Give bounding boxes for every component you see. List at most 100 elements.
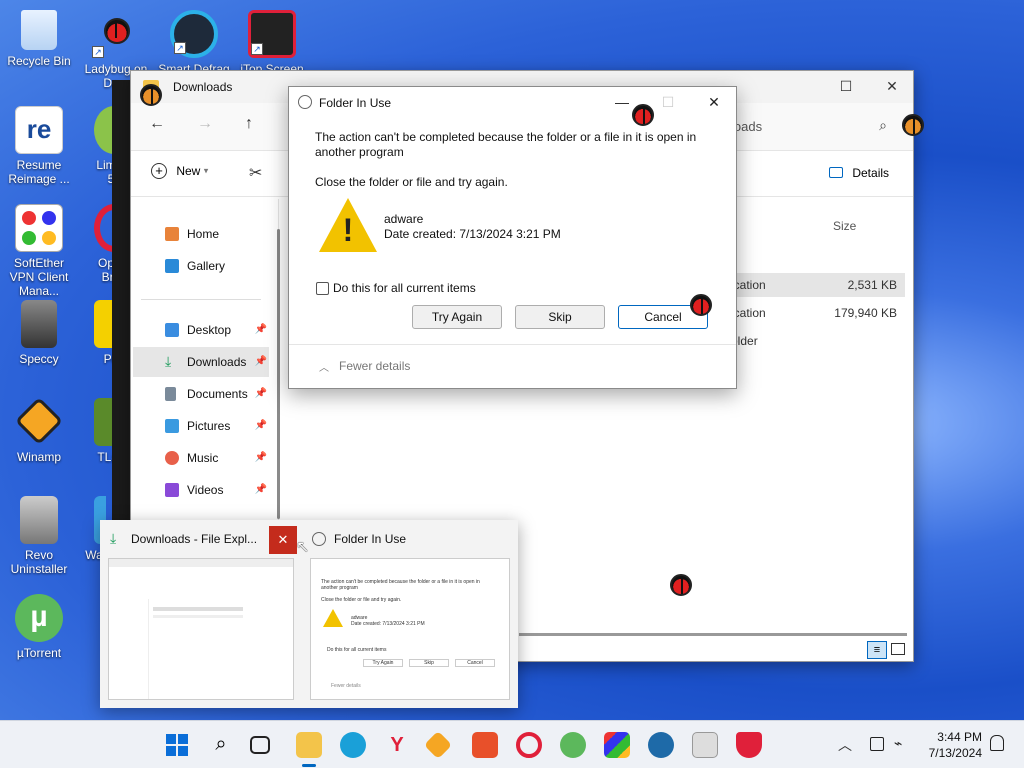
details-view-icon[interactable]: ≡ bbox=[867, 641, 887, 659]
java-icon[interactable] bbox=[692, 732, 718, 758]
clock-icon bbox=[298, 95, 312, 109]
sidebar-item-downloads[interactable]: ⤓ Downloads 📌 bbox=[133, 347, 269, 377]
desktop-icon-speccy[interactable]: Speccy bbox=[1, 300, 77, 366]
dialog-thumbnail: The action can't be completed because th… bbox=[310, 558, 510, 700]
ladybug-icon bbox=[902, 114, 924, 136]
window-title: Downloads bbox=[173, 80, 233, 94]
sidebar-item-home[interactable]: Home bbox=[133, 219, 269, 249]
warning-exclamation-icon: ! bbox=[342, 212, 354, 248]
forward-arrow-icon[interactable]: → bbox=[197, 115, 213, 133]
desktop-icon-label: µTorrent bbox=[16, 646, 62, 660]
file-row[interactable]: ication 2,531 KB bbox=[731, 273, 905, 297]
preview-dialog[interactable]: Folder In Use The action can't be comple… bbox=[304, 520, 518, 708]
opera-icon[interactable] bbox=[516, 732, 542, 758]
sidebar-scrollbar[interactable] bbox=[277, 229, 280, 519]
winamp-icon bbox=[14, 396, 64, 446]
desktop-icon-softether[interactable]: SoftEther VPN Client Mana... bbox=[1, 204, 77, 298]
preview-close-button[interactable]: ✕ bbox=[269, 526, 297, 554]
ladybug-icon bbox=[690, 294, 712, 316]
desktop-icon-label: Recycle Bin bbox=[7, 54, 71, 68]
skip-button[interactable]: Skip bbox=[515, 305, 605, 329]
search-box[interactable]: loads ⌕ bbox=[731, 111, 903, 143]
sidebar-item-desktop[interactable]: Desktop 📌 bbox=[133, 315, 269, 345]
search-icon: ⌕ bbox=[879, 117, 887, 133]
pin-icon[interactable]: 📌 bbox=[255, 347, 267, 377]
desktop-icon-label: Speccy bbox=[19, 352, 59, 366]
pin-icon[interactable]: 📌 bbox=[255, 379, 267, 409]
chevron-up-icon[interactable]: ︿ bbox=[838, 735, 852, 755]
taskbar-clock[interactable]: 3:44 PM 7/13/2024 bbox=[929, 729, 982, 761]
desktop-icon-utorrent[interactable]: µ µTorrent bbox=[1, 594, 77, 660]
itop-screen-icon: ↗ bbox=[248, 10, 296, 58]
download-arrow-icon: ⤓ bbox=[110, 530, 117, 546]
shield-icon[interactable] bbox=[736, 732, 762, 758]
sidebar-item-pictures[interactable]: Pictures 📌 bbox=[133, 411, 269, 441]
folder-in-use-dialog[interactable]: Folder In Use — ☐ ✕ The action can't be … bbox=[288, 86, 737, 389]
file-explorer-taskbar-icon[interactable] bbox=[296, 732, 322, 758]
maximize-button[interactable]: ☐ bbox=[823, 71, 869, 103]
yandex-icon[interactable]: Y bbox=[384, 732, 410, 758]
active-app-indicator bbox=[302, 764, 316, 767]
tiles-view-icon[interactable] bbox=[891, 643, 905, 655]
desktop-icon-recycle-bin[interactable]: Recycle Bin bbox=[1, 10, 77, 68]
dialog-title: Folder In Use bbox=[319, 96, 392, 110]
pin-icon[interactable]: 📌 bbox=[255, 315, 267, 345]
apply-to-all-checkbox[interactable] bbox=[316, 282, 329, 295]
app-icon[interactable] bbox=[648, 732, 674, 758]
cut-icon[interactable]: ✂ bbox=[249, 163, 262, 183]
softether-icon[interactable] bbox=[604, 732, 630, 758]
softether-vpn-icon bbox=[15, 204, 63, 252]
battery-icon[interactable] bbox=[870, 737, 884, 751]
desktop-icon-reimage[interactable]: re Resume Reimage ... bbox=[1, 106, 77, 186]
try-again-button[interactable]: Try Again bbox=[412, 305, 502, 329]
new-label: New bbox=[176, 164, 201, 178]
start-button[interactable] bbox=[164, 732, 190, 758]
checkbox-label: Do this for all current items bbox=[333, 281, 476, 295]
desktop-icon-revo[interactable]: Revo Uninstaller bbox=[1, 496, 77, 576]
task-view-icon[interactable] bbox=[250, 736, 270, 754]
winamp-icon[interactable] bbox=[423, 730, 453, 760]
new-button[interactable]: + New ▾ bbox=[151, 163, 208, 185]
ladybug-icon: ↗ bbox=[92, 10, 140, 58]
sidebar-item-label: Videos bbox=[187, 483, 224, 497]
recycle-bin-icon bbox=[21, 10, 57, 50]
file-row[interactable]: ication 179,940 KB bbox=[731, 301, 905, 325]
edge-icon[interactable] bbox=[340, 732, 366, 758]
clock-icon bbox=[312, 532, 326, 546]
itop-icon[interactable] bbox=[472, 732, 498, 758]
close-button[interactable]: ✕ bbox=[869, 71, 915, 103]
sidebar-item-music[interactable]: Music 📌 bbox=[133, 443, 269, 473]
details-button[interactable]: Details bbox=[829, 165, 889, 180]
notification-icon[interactable] bbox=[990, 735, 1004, 751]
pin-icon[interactable]: 📌 bbox=[255, 443, 267, 473]
network-icon[interactable]: ⌁ bbox=[894, 735, 902, 752]
desktop-icon-label: Resume Reimage ... bbox=[8, 158, 70, 186]
close-button[interactable]: ✕ bbox=[699, 91, 729, 113]
desktop-icon-itop-screen[interactable]: ↗ iTop Screen bbox=[234, 10, 310, 76]
search-icon[interactable]: ⌕ bbox=[208, 732, 234, 758]
sidebar-item-documents[interactable]: Documents 📌 bbox=[133, 379, 269, 409]
sidebar-item-videos[interactable]: Videos 📌 bbox=[133, 475, 269, 505]
sidebar-item-gallery[interactable]: Gallery bbox=[133, 251, 269, 281]
file-row[interactable]: older bbox=[731, 329, 905, 353]
column-header-size[interactable]: Size bbox=[833, 219, 856, 233]
music-icon bbox=[165, 451, 179, 465]
clock-date: 7/13/2024 bbox=[928, 746, 982, 760]
desktop-icon-winamp[interactable]: Winamp bbox=[1, 396, 77, 464]
preview-explorer[interactable]: ⤓ Downloads - File Expl... ✕ bbox=[100, 520, 300, 708]
pin-icon[interactable]: 📌 bbox=[255, 411, 267, 441]
back-arrow-icon[interactable]: ← bbox=[149, 115, 165, 133]
clock-time: 3:44 PM bbox=[937, 730, 982, 744]
utorrent-icon[interactable] bbox=[560, 732, 586, 758]
taskbar: ⌕ Y ︿ ⌁ 3:44 PM 7/13/2024 bbox=[0, 720, 1024, 768]
chevron-up-icon[interactable]: ︿ bbox=[319, 359, 329, 374]
pin-icon[interactable]: 📌 bbox=[255, 475, 267, 505]
desktop-icon-smart-defrag[interactable]: ↗ Smart Defrag bbox=[156, 10, 232, 76]
horizontal-scrollbar[interactable] bbox=[519, 633, 907, 636]
home-icon bbox=[165, 227, 179, 241]
fewer-details-link[interactable]: Fewer details bbox=[339, 359, 410, 373]
sidebar-item-label: Music bbox=[187, 451, 219, 465]
revo-uninstaller-icon bbox=[20, 496, 58, 544]
up-arrow-icon[interactable]: ↑ bbox=[245, 115, 253, 133]
ladybug-icon bbox=[632, 104, 654, 126]
